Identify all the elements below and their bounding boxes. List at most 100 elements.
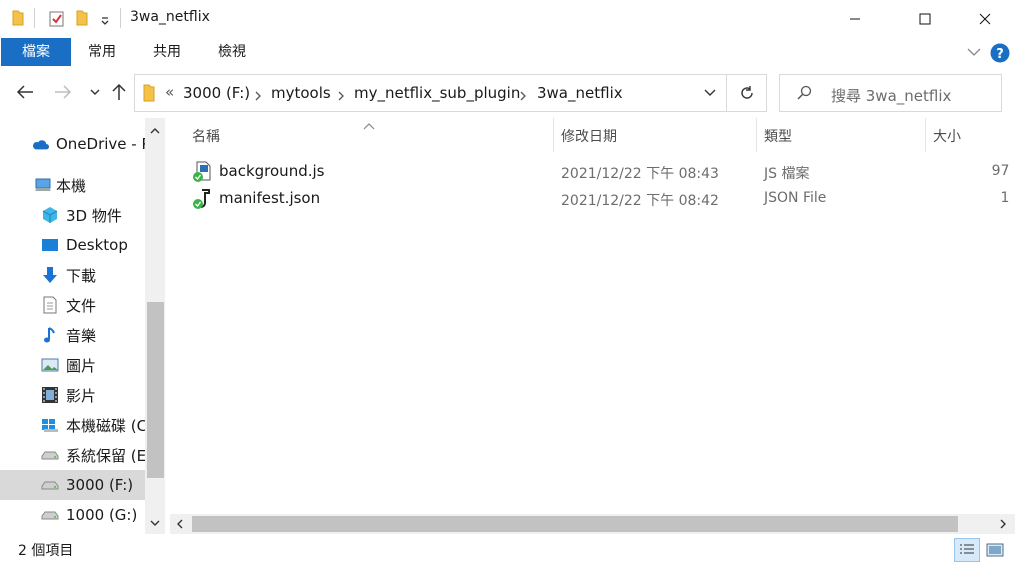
file-name: background.js — [219, 162, 325, 180]
chevron-right-icon[interactable] — [337, 89, 345, 105]
chevron-right-icon[interactable] — [254, 89, 262, 105]
tree-item-label: 3D 物件 — [66, 206, 122, 225]
close-button[interactable] — [962, 0, 1008, 38]
tree-item-this-pc[interactable]: 本機 — [0, 170, 145, 200]
properties-icon[interactable] — [49, 10, 65, 31]
column-divider[interactable] — [553, 118, 554, 152]
file-size: 97 I — [991, 163, 1015, 179]
tree-item-downloads[interactable]: 下載 — [0, 260, 145, 290]
computer-icon — [34, 176, 52, 194]
search-icon — [796, 85, 812, 105]
recent-locations-button[interactable] — [84, 81, 106, 103]
download-arrow-icon — [41, 266, 59, 284]
minimize-button[interactable] — [832, 0, 878, 38]
close-icon — [979, 13, 991, 25]
nav-pane-scroll-thumb[interactable] — [147, 302, 164, 478]
tree-item-local-disk-c[interactable]: 本機磁碟 (C — [0, 410, 145, 440]
tree-item-label: 本機磁碟 (C — [66, 416, 145, 435]
details-view-button[interactable] — [954, 538, 980, 562]
folder-icon — [12, 10, 24, 30]
tree-item-videos[interactable]: 影片 — [0, 380, 145, 410]
chevron-right-icon[interactable] — [998, 518, 1008, 534]
chevron-left-icon[interactable] — [175, 518, 185, 534]
tab-share[interactable]: 共用 — [145, 38, 189, 66]
expand-ribbon-chevron-icon[interactable] — [966, 46, 982, 62]
chevron-right-icon[interactable] — [519, 89, 527, 105]
breadcrumb-drive[interactable]: 3000 (F:) — [183, 84, 250, 102]
documents-icon — [41, 296, 59, 314]
file-list: 名稱 修改日期 類型 大小 background.js 2021/12/22 下… — [170, 118, 1015, 534]
file-name: manifest.json — [219, 189, 321, 207]
tree-item-pictures[interactable]: 圖片 — [0, 350, 145, 380]
tree-item-documents[interactable]: 文件 — [0, 290, 145, 320]
tree-item-label: 本機 — [56, 176, 87, 195]
tree-item-system-reserved-e[interactable]: 系統保留 (E: — [0, 440, 145, 470]
breadcrumb-plugin[interactable]: my_netflix_sub_plugin — [354, 84, 520, 102]
tab-home[interactable]: 常用 — [80, 38, 124, 66]
horizontal-scroll-thumb[interactable] — [192, 516, 958, 532]
tree-item-3d-objects[interactable]: 3D 物件 — [0, 200, 145, 230]
nav-pane-scrollbar[interactable] — [145, 118, 165, 534]
arrow-left-icon — [16, 85, 33, 99]
details-view-icon — [960, 544, 974, 554]
tree-item-label: 1000 (G:) — [66, 506, 138, 524]
tree-item-drive-f[interactable]: 3000 (F:) — [0, 470, 145, 500]
customize-toolbar-chevron-icon[interactable] — [100, 14, 110, 30]
new-folder-icon[interactable] — [76, 10, 88, 30]
column-divider[interactable] — [925, 118, 926, 152]
json-file-icon — [192, 188, 212, 214]
search-input[interactable]: 搜尋 3wa_netflix — [831, 85, 951, 106]
table-row[interactable]: background.js 2021/12/22 下午 08:43 JS 檔案 … — [188, 159, 1015, 185]
breadcrumb-current[interactable]: 3wa_netflix — [537, 84, 623, 102]
tree-item-onedrive[interactable]: OneDrive - P — [0, 129, 145, 159]
music-note-icon — [41, 326, 59, 344]
help-icon[interactable]: ? — [990, 43, 1010, 67]
tree-item-music[interactable]: 音樂 — [0, 320, 145, 350]
up-button[interactable] — [108, 81, 130, 103]
arrow-up-icon — [112, 83, 126, 100]
large-icons-view-button[interactable] — [982, 538, 1008, 562]
tab-file[interactable]: 檔案 — [1, 38, 71, 66]
file-type: JS 檔案 — [764, 166, 810, 182]
search-box[interactable]: 搜尋 3wa_netflix — [779, 74, 1002, 112]
status-bar: 2 個項目 — [0, 534, 1015, 564]
column-divider[interactable] — [756, 118, 757, 152]
address-history-chevron-icon[interactable] — [703, 86, 717, 104]
tree-item-desktop[interactable]: Desktop — [0, 230, 145, 260]
tree-item-label: 音樂 — [66, 326, 97, 345]
divider — [34, 8, 35, 28]
tree-item-drive-g[interactable]: 1000 (G:) — [0, 500, 145, 530]
tab-view[interactable]: 檢視 — [210, 38, 254, 66]
drive-icon — [41, 446, 59, 464]
windows-drive-icon — [41, 416, 59, 434]
drive-icon — [41, 506, 59, 524]
tree-item-label: 系統保留 (E: — [66, 446, 145, 465]
forward-button[interactable] — [52, 81, 74, 103]
js-file-icon — [192, 161, 212, 187]
svg-text:?: ? — [996, 47, 1004, 62]
file-modified-date: 2021/12/22 下午 08:42 — [561, 193, 719, 209]
back-button[interactable] — [14, 81, 36, 103]
breadcrumb-overflow[interactable]: « — [165, 83, 174, 101]
column-header-type[interactable]: 類型 — [764, 126, 792, 146]
horizontal-scrollbar[interactable] — [170, 514, 1015, 534]
address-bar[interactable]: « 3000 (F:) mytools my_netflix_sub_plugi… — [134, 74, 727, 112]
drive-icon — [41, 476, 59, 494]
refresh-icon — [740, 86, 753, 99]
column-header-date[interactable]: 修改日期 — [561, 126, 617, 146]
column-header-size[interactable]: 大小 — [933, 126, 961, 146]
3d-objects-icon — [41, 206, 59, 224]
address-row: « 3000 (F:) mytools my_netflix_sub_plugi… — [0, 68, 1015, 118]
maximize-button[interactable] — [902, 0, 948, 38]
breadcrumb-mytools[interactable]: mytools — [271, 84, 331, 102]
item-count: 2 個項目 — [18, 543, 74, 559]
chevron-down-icon[interactable] — [149, 516, 161, 532]
maximize-icon — [919, 13, 931, 25]
chevron-up-icon[interactable] — [149, 124, 161, 140]
column-header-name[interactable]: 名稱 — [192, 126, 220, 146]
tree-item-label: OneDrive - P — [56, 135, 145, 153]
refresh-button[interactable] — [727, 74, 767, 112]
table-row[interactable]: manifest.json 2021/12/22 下午 08:42 JSON F… — [188, 186, 1015, 212]
tree-item-label: 影片 — [66, 386, 97, 405]
tree-item-label: 3000 (F:) — [66, 476, 134, 494]
